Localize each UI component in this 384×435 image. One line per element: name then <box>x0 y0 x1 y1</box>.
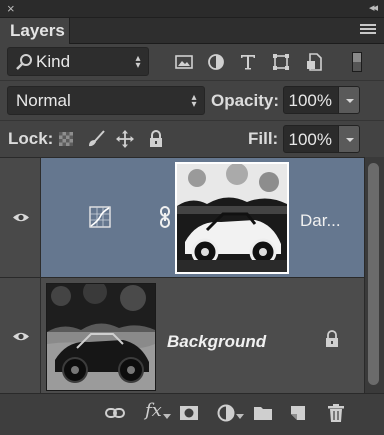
layer-visibility-column <box>0 278 41 394</box>
new-group-icon[interactable] <box>252 403 274 423</box>
lock-image-pixels-icon[interactable] <box>86 129 106 149</box>
opacity-input[interactable]: 100% <box>283 86 339 114</box>
filter-type-label: Kind <box>36 52 71 71</box>
mask-link-icon[interactable] <box>159 206 171 228</box>
chevron-down-icon <box>163 414 171 419</box>
panel-menu-icon[interactable] <box>360 24 376 38</box>
shape-layer-filter-icon[interactable] <box>271 52 291 72</box>
lock-position-icon[interactable] <box>115 129 135 149</box>
chevron-down-icon <box>346 138 354 142</box>
lock-all-icon[interactable] <box>146 129 166 149</box>
opacity-slider-button[interactable] <box>338 86 360 114</box>
adjustment-layer-filter-icon[interactable] <box>206 52 226 72</box>
add-mask-icon[interactable] <box>178 403 200 423</box>
layer-row-background[interactable]: Background <box>41 278 364 394</box>
add-layer-style-icon[interactable]: fx <box>145 400 162 421</box>
layer-visibility-column <box>0 158 41 278</box>
blend-opacity-row: Normal ▴ ▾ Opacity: 100% <box>0 80 384 120</box>
eye-icon[interactable] <box>12 212 30 223</box>
lock-label: Lock: <box>8 129 54 148</box>
layer-row-adjustment[interactable]: Dar... <box>41 158 364 278</box>
lock-icon <box>326 330 338 347</box>
panel-tab-row: Layers <box>0 18 384 45</box>
lock-transparent-pixels-icon[interactable] <box>56 129 76 149</box>
mask-image <box>177 164 287 272</box>
type-layer-filter-icon[interactable] <box>238 52 258 72</box>
search-icon <box>16 54 32 70</box>
background-photo <box>47 284 155 390</box>
filter-type-select[interactable]: Kind ▴ ▾ <box>7 47 149 76</box>
layer-filter-row: Kind ▴ ▾ <box>0 44 384 80</box>
panel-title-bar: × ◂◂ <box>0 0 384 18</box>
link-layers-icon[interactable] <box>104 403 126 423</box>
layer-mask-thumbnail[interactable] <box>175 162 289 274</box>
fill-label: Fill: <box>248 129 279 148</box>
eye-icon[interactable] <box>12 331 30 342</box>
close-panel-button[interactable]: × <box>7 1 15 16</box>
fill-slider-button[interactable] <box>338 125 360 153</box>
select-arrows-icon: ▴ ▾ <box>135 53 141 71</box>
fill-input[interactable]: 100% <box>283 125 339 153</box>
opacity-label: Opacity: <box>211 91 280 110</box>
collapse-panel-button[interactable]: ◂◂ <box>369 1 378 14</box>
curves-adjustment-icon <box>89 206 111 228</box>
blend-mode-value: Normal <box>16 91 71 110</box>
new-layer-icon[interactable] <box>287 403 309 423</box>
chevron-down-icon <box>346 99 354 103</box>
layers-list: Dar... Background <box>0 157 364 394</box>
blend-mode-select[interactable]: Normal ▴ ▾ <box>7 86 205 115</box>
new-fill-adjustment-icon[interactable] <box>215 403 237 423</box>
delete-layer-icon[interactable] <box>325 403 347 423</box>
layer-name[interactable]: Background <box>167 332 266 352</box>
chevron-down-icon <box>236 414 244 419</box>
layers-bottom-bar: fx <box>0 393 384 435</box>
select-arrows-icon: ▴ ▾ <box>191 92 197 110</box>
filter-toggle-icon[interactable] <box>352 52 362 72</box>
scrollbar-thumb[interactable] <box>368 163 379 385</box>
pixel-layer-filter-icon[interactable] <box>174 52 194 72</box>
lock-fill-row: Lock: Fill: 100% <box>0 120 384 157</box>
tab-layers[interactable]: Layers <box>0 18 70 45</box>
smart-object-filter-icon[interactable] <box>304 52 324 72</box>
layer-thumbnail[interactable] <box>46 283 156 391</box>
layers-scrollbar[interactable] <box>364 157 384 393</box>
layer-name[interactable]: Dar... <box>300 211 341 231</box>
